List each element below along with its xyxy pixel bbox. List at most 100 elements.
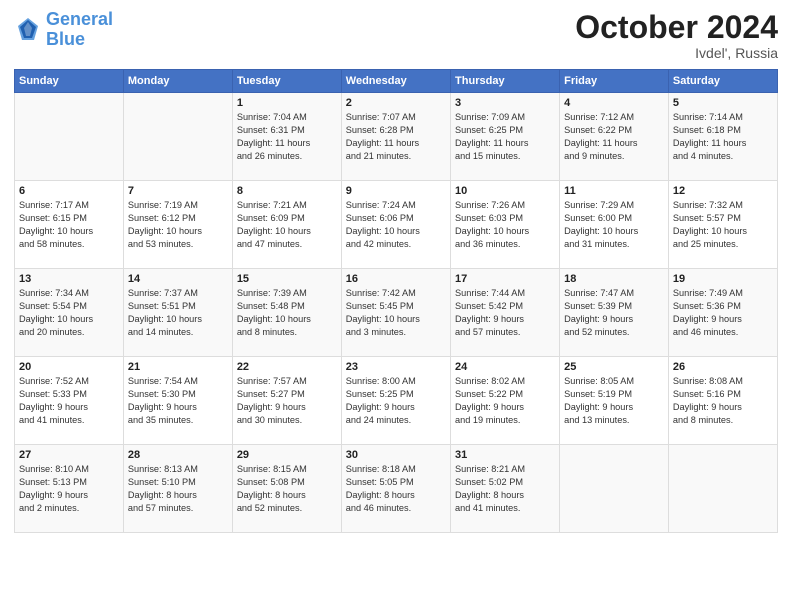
day-info: Sunrise: 7:17 AM Sunset: 6:15 PM Dayligh… [19,199,119,251]
day-info: Sunrise: 7:54 AM Sunset: 5:30 PM Dayligh… [128,375,228,427]
day-info: Sunrise: 7:04 AM Sunset: 6:31 PM Dayligh… [237,111,337,163]
day-info: Sunrise: 7:21 AM Sunset: 6:09 PM Dayligh… [237,199,337,251]
calendar-cell: 27 Sunrise: 8:10 AM Sunset: 5:13 PM Dayli… [15,445,124,533]
calendar-cell: 16 Sunrise: 7:42 AM Sunset: 5:45 PM Dayli… [341,269,450,357]
day-number: 10 [455,185,555,197]
logo-general: General [46,9,113,29]
day-info: Sunrise: 8:02 AM Sunset: 5:22 PM Dayligh… [455,375,555,427]
day-number: 1 [237,97,337,109]
calendar-cell: 10 Sunrise: 7:26 AM Sunset: 6:03 PM Dayli… [451,181,560,269]
day-info: Sunrise: 7:09 AM Sunset: 6:25 PM Dayligh… [455,111,555,163]
day-info: Sunrise: 8:08 AM Sunset: 5:16 PM Dayligh… [673,375,773,427]
day-number: 25 [564,361,664,373]
day-info: Sunrise: 7:29 AM Sunset: 6:00 PM Dayligh… [564,199,664,251]
calendar-cell: 3 Sunrise: 7:09 AM Sunset: 6:25 PM Daylig… [451,93,560,181]
calendar-header-row: SundayMondayTuesdayWednesdayThursdayFrid… [15,70,778,93]
day-header-wednesday: Wednesday [341,70,450,93]
day-info: Sunrise: 7:26 AM Sunset: 6:03 PM Dayligh… [455,199,555,251]
main-title: October 2024 [575,10,778,45]
day-number: 8 [237,185,337,197]
day-number: 23 [346,361,446,373]
calendar-cell: 12 Sunrise: 7:32 AM Sunset: 5:57 PM Dayli… [668,181,777,269]
calendar-cell [560,445,669,533]
title-block: October 2024 Ivdel', Russia [575,10,778,61]
calendar-cell: 28 Sunrise: 8:13 AM Sunset: 5:10 PM Dayli… [123,445,232,533]
calendar-cell [123,93,232,181]
day-info: Sunrise: 8:10 AM Sunset: 5:13 PM Dayligh… [19,463,119,515]
week-row-4: 27 Sunrise: 8:10 AM Sunset: 5:13 PM Dayli… [15,445,778,533]
day-info: Sunrise: 7:49 AM Sunset: 5:36 PM Dayligh… [673,287,773,339]
calendar-cell [668,445,777,533]
day-number: 24 [455,361,555,373]
day-number: 7 [128,185,228,197]
calendar-cell: 31Sunrise: 8:21 AM Sunset: 5:02 PM Dayli… [451,445,560,533]
day-info: Sunrise: 8:13 AM Sunset: 5:10 PM Dayligh… [128,463,228,515]
day-number: 14 [128,273,228,285]
calendar-cell: 26Sunrise: 8:08 AM Sunset: 5:16 PM Dayli… [668,357,777,445]
calendar-cell: 9 Sunrise: 7:24 AM Sunset: 6:06 PM Daylig… [341,181,450,269]
day-info: Sunrise: 7:34 AM Sunset: 5:54 PM Dayligh… [19,287,119,339]
day-number: 27 [19,449,119,461]
calendar-cell: 1 Sunrise: 7:04 AM Sunset: 6:31 PM Daylig… [232,93,341,181]
calendar-cell: 23 Sunrise: 8:00 AM Sunset: 5:25 PM Dayli… [341,357,450,445]
day-number: 16 [346,273,446,285]
calendar-cell: 30Sunrise: 8:18 AM Sunset: 5:05 PM Dayli… [341,445,450,533]
day-info: Sunrise: 8:05 AM Sunset: 5:19 PM Dayligh… [564,375,664,427]
day-number: 11 [564,185,664,197]
calendar-cell: 18 Sunrise: 7:47 AM Sunset: 5:39 PM Dayli… [560,269,669,357]
day-number: 15 [237,273,337,285]
subtitle: Ivdel', Russia [575,45,778,61]
calendar-cell: 14 Sunrise: 7:37 AM Sunset: 5:51 PM Dayli… [123,269,232,357]
calendar-cell: 7Sunrise: 7:19 AM Sunset: 6:12 PM Daylig… [123,181,232,269]
day-info: Sunrise: 8:15 AM Sunset: 5:08 PM Dayligh… [237,463,337,515]
week-row-2: 13Sunrise: 7:34 AM Sunset: 5:54 PM Dayli… [15,269,778,357]
day-header-saturday: Saturday [668,70,777,93]
week-row-3: 20 Sunrise: 7:52 AM Sunset: 5:33 PM Dayli… [15,357,778,445]
day-info: Sunrise: 7:12 AM Sunset: 6:22 PM Dayligh… [564,111,664,163]
calendar-cell: 2Sunrise: 7:07 AM Sunset: 6:28 PM Daylig… [341,93,450,181]
day-header-tuesday: Tuesday [232,70,341,93]
header: General Blue October 2024 Ivdel', Russia [14,10,778,61]
day-info: Sunrise: 7:42 AM Sunset: 5:45 PM Dayligh… [346,287,446,339]
calendar-cell: 17 Sunrise: 7:44 AM Sunset: 5:42 PM Dayli… [451,269,560,357]
calendar-cell: 13Sunrise: 7:34 AM Sunset: 5:54 PM Dayli… [15,269,124,357]
day-info: Sunrise: 7:44 AM Sunset: 5:42 PM Dayligh… [455,287,555,339]
day-number: 9 [346,185,446,197]
day-header-monday: Monday [123,70,232,93]
day-info: Sunrise: 7:47 AM Sunset: 5:39 PM Dayligh… [564,287,664,339]
calendar-cell: 20 Sunrise: 7:52 AM Sunset: 5:33 PM Dayli… [15,357,124,445]
day-info: Sunrise: 7:24 AM Sunset: 6:06 PM Dayligh… [346,199,446,251]
logo: General Blue [14,10,113,50]
calendar-cell: 11 Sunrise: 7:29 AM Sunset: 6:00 PM Dayli… [560,181,669,269]
week-row-0: 1 Sunrise: 7:04 AM Sunset: 6:31 PM Daylig… [15,93,778,181]
calendar-cell: 29 Sunrise: 8:15 AM Sunset: 5:08 PM Dayli… [232,445,341,533]
day-number: 18 [564,273,664,285]
day-info: Sunrise: 7:14 AM Sunset: 6:18 PM Dayligh… [673,111,773,163]
day-info: Sunrise: 7:32 AM Sunset: 5:57 PM Dayligh… [673,199,773,251]
day-info: Sunrise: 8:18 AM Sunset: 5:05 PM Dayligh… [346,463,446,515]
day-number: 12 [673,185,773,197]
logo-text: General Blue [46,10,113,50]
day-number: 6 [19,185,119,197]
calendar-cell: 25 Sunrise: 8:05 AM Sunset: 5:19 PM Dayli… [560,357,669,445]
calendar-cell [15,93,124,181]
day-number: 28 [128,449,228,461]
day-number: 21 [128,361,228,373]
day-number: 2 [346,97,446,109]
day-number: 17 [455,273,555,285]
day-number: 3 [455,97,555,109]
day-number: 20 [19,361,119,373]
calendar-cell: 24 Sunrise: 8:02 AM Sunset: 5:22 PM Dayli… [451,357,560,445]
logo-icon [14,16,42,44]
week-row-1: 6 Sunrise: 7:17 AM Sunset: 6:15 PM Daylig… [15,181,778,269]
day-number: 29 [237,449,337,461]
day-info: Sunrise: 7:39 AM Sunset: 5:48 PM Dayligh… [237,287,337,339]
calendar-cell: 22 Sunrise: 7:57 AM Sunset: 5:27 PM Dayli… [232,357,341,445]
day-header-friday: Friday [560,70,669,93]
day-info: Sunrise: 7:57 AM Sunset: 5:27 PM Dayligh… [237,375,337,427]
day-info: Sunrise: 7:37 AM Sunset: 5:51 PM Dayligh… [128,287,228,339]
day-number: 22 [237,361,337,373]
day-info: Sunrise: 7:52 AM Sunset: 5:33 PM Dayligh… [19,375,119,427]
day-info: Sunrise: 8:00 AM Sunset: 5:25 PM Dayligh… [346,375,446,427]
logo-blue: Blue [46,29,85,49]
